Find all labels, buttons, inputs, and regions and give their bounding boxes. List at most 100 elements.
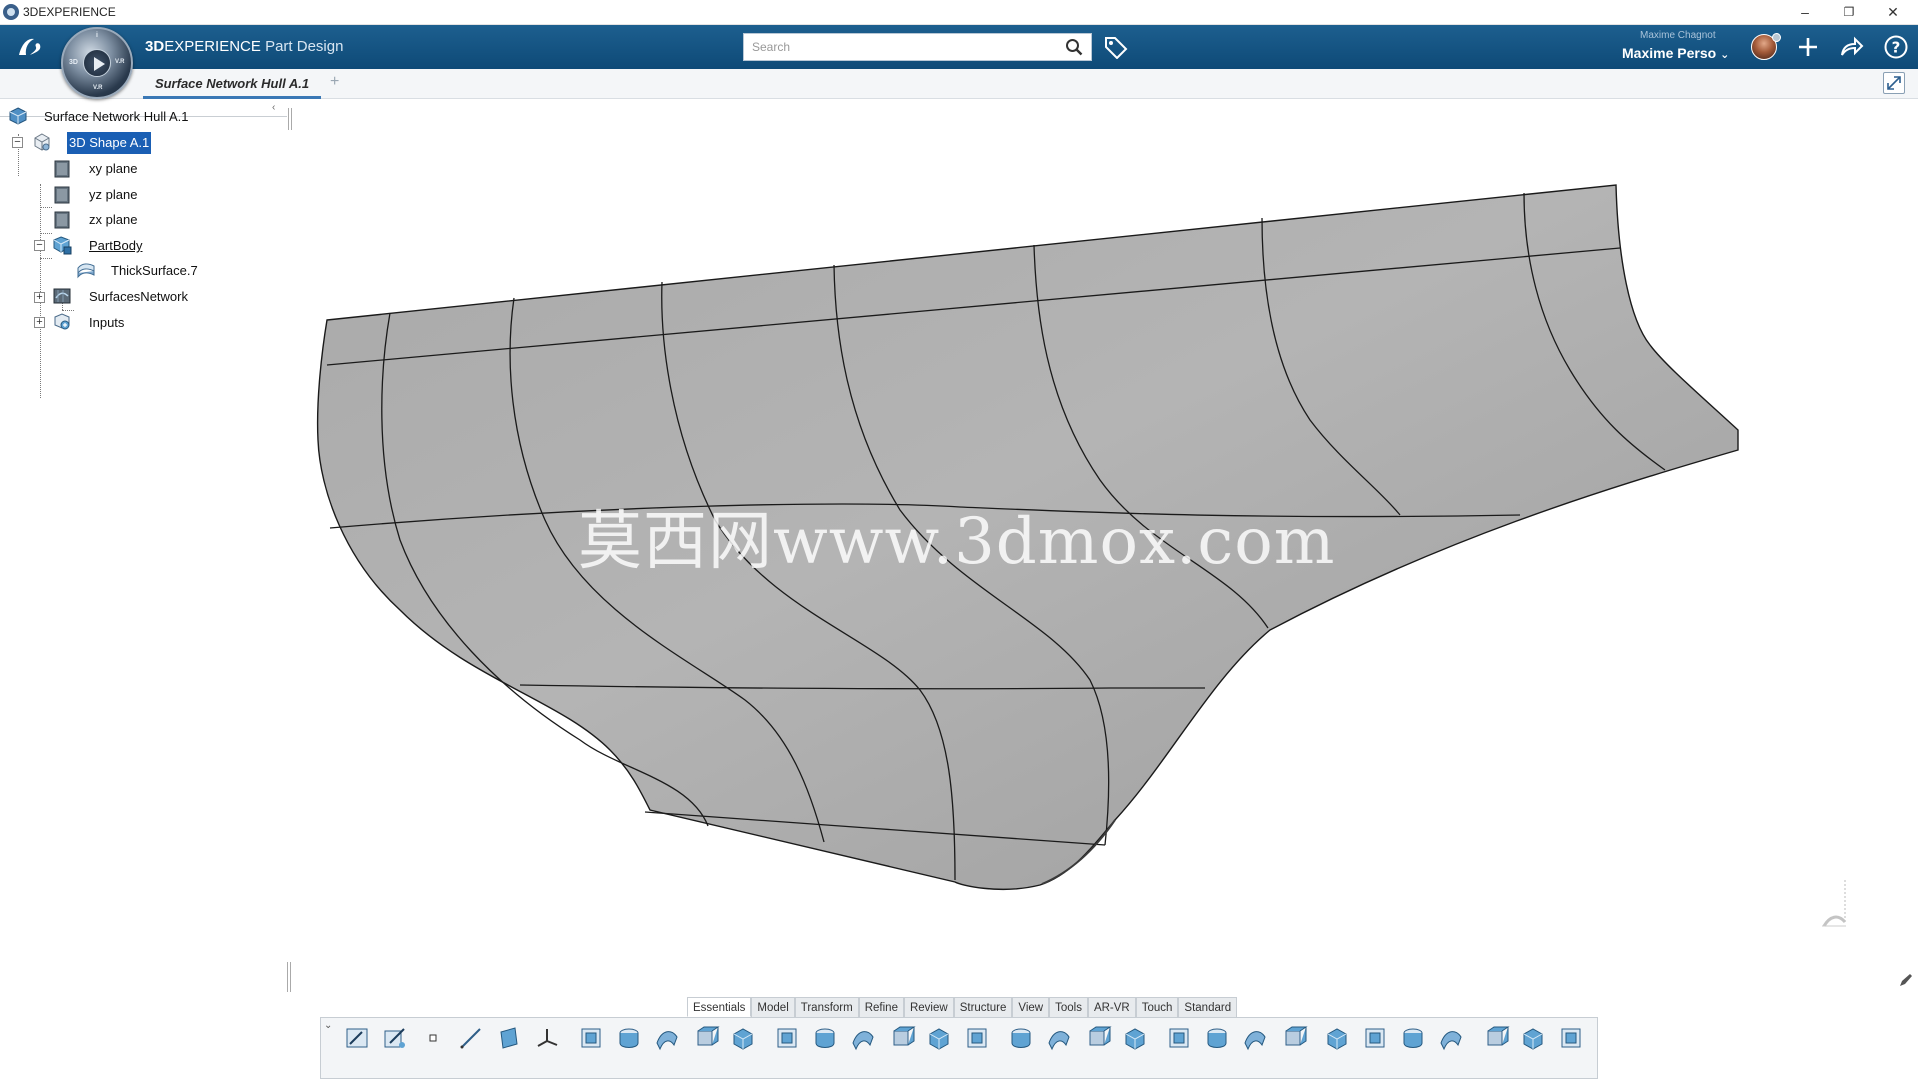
compass-label-left: 3D — [69, 59, 78, 66]
shell-icon-glyph — [777, 1028, 797, 1048]
tree-item-label: yz plane — [89, 187, 138, 202]
plane-icon — [54, 160, 70, 178]
rib-icon[interactable] — [728, 1023, 758, 1057]
solid-combine-icon[interactable] — [924, 1023, 954, 1057]
tree-expander-3d-shape[interactable]: − — [12, 137, 23, 148]
tab-structure[interactable]: Structure — [953, 997, 1013, 1017]
tree-expander-partbody[interactable]: − — [34, 240, 45, 251]
mirror-icon-glyph — [1125, 1028, 1145, 1050]
tab-review[interactable]: Review — [903, 997, 954, 1017]
hole-icon[interactable] — [690, 1023, 720, 1057]
box-icon[interactable] — [1164, 1023, 1194, 1057]
circular-pattern-icon[interactable] — [1044, 1023, 1074, 1057]
tab-transform[interactable]: Transform — [794, 997, 859, 1017]
user-pattern-icon[interactable] — [1082, 1023, 1112, 1057]
draft-icon[interactable] — [848, 1023, 878, 1057]
tab-refine[interactable]: Refine — [858, 997, 904, 1017]
tree-item-label: zx plane — [89, 212, 138, 227]
tab-standard[interactable]: Standard — [1178, 997, 1238, 1017]
tree-item-thicksurface[interactable]: ThickSurface.7 — [74, 260, 274, 282]
chamfer-icon-glyph — [1207, 1028, 1227, 1048]
thick-surface-icon — [77, 263, 95, 279]
compass-widget[interactable]: i 3D V.R V.R — [61, 27, 133, 99]
plane-icon — [54, 186, 70, 204]
tree-connector — [40, 207, 52, 208]
tree-item-partbody[interactable]: PartBody — [52, 235, 252, 257]
thickness-icon[interactable] — [810, 1023, 840, 1057]
tab-touch[interactable]: Touch — [1135, 997, 1179, 1017]
tree-item-yz-plane[interactable]: yz plane — [52, 184, 252, 206]
tab-essentials[interactable]: Essentials — [687, 997, 752, 1017]
edge-fillet-icon[interactable] — [1240, 1023, 1270, 1057]
body-icon — [53, 236, 72, 255]
shell-icon[interactable] — [772, 1023, 802, 1057]
shaft-icon[interactable] — [652, 1023, 682, 1057]
tree-item-root[interactable]: Surface Network Hull A.1 — [8, 106, 268, 128]
intersect-icon[interactable] — [1436, 1023, 1466, 1057]
tab-model[interactable]: Model — [751, 997, 795, 1017]
measure-icon[interactable] — [1556, 1023, 1586, 1057]
solid-icon[interactable] — [1480, 1023, 1510, 1057]
add-icon-glyph — [1365, 1028, 1385, 1048]
play-icon[interactable] — [83, 49, 111, 77]
draft-icon-glyph — [852, 1031, 874, 1051]
measure-icon-glyph — [1561, 1028, 1581, 1048]
edge-fillet-icon-glyph — [1244, 1031, 1266, 1051]
action-bar-tabs: Essentials Model Transform Refine Review… — [687, 997, 1238, 1017]
remove-icon[interactable] — [1398, 1023, 1428, 1057]
sketch-icon-glyph — [346, 1028, 368, 1048]
thickness-icon-glyph — [815, 1028, 835, 1048]
chamfer-icon[interactable] — [1202, 1023, 1232, 1057]
shape-icon — [34, 133, 50, 151]
add-icon[interactable] — [1360, 1023, 1390, 1057]
axis-system-icon[interactable] — [532, 1023, 562, 1057]
tab-tools[interactable]: Tools — [1049, 997, 1088, 1017]
tree-item-label: Inputs — [89, 315, 125, 330]
line-icon[interactable] — [456, 1023, 486, 1057]
tree-connector — [62, 310, 74, 311]
rectangular-pattern-icon[interactable] — [1006, 1023, 1036, 1057]
tree-item-zx-plane[interactable]: zx plane — [52, 209, 252, 231]
pen-icon[interactable] — [1898, 972, 1914, 988]
surface-icon[interactable] — [1518, 1023, 1548, 1057]
tree-item-label: PartBody — [89, 238, 143, 253]
pad-icon-glyph — [581, 1028, 601, 1048]
tree-item-label: xy plane — [89, 161, 138, 176]
pocket-icon[interactable] — [614, 1023, 644, 1057]
point-icon[interactable] — [418, 1023, 448, 1057]
compass-label-top: i — [96, 32, 98, 39]
tree-item-xy-plane[interactable]: xy plane — [52, 158, 252, 180]
positioned-sketch-icon[interactable] — [380, 1023, 410, 1057]
tree-expander-inputs[interactable]: + — [34, 317, 45, 328]
tab-view[interactable]: View — [1012, 997, 1050, 1017]
stiffener-icon[interactable] — [962, 1023, 992, 1057]
face-fillet-icon-glyph — [1285, 1026, 1308, 1046]
assemble-icon[interactable] — [1322, 1023, 1352, 1057]
sketch-icon[interactable] — [342, 1023, 372, 1057]
tree-item-inputs[interactable]: Inputs — [52, 312, 252, 334]
tree-item-surfacesnetwork[interactable]: SurfacesNetwork — [52, 286, 252, 308]
axis-system-icon-glyph — [537, 1029, 558, 1047]
plane-icon[interactable] — [494, 1023, 524, 1057]
tree-splitter-bottom[interactable] — [287, 962, 291, 992]
face-fillet-icon[interactable] — [1278, 1023, 1308, 1057]
circular-pattern-icon-glyph — [1048, 1031, 1070, 1051]
compass-label-right: V.R — [115, 59, 125, 65]
intersect-icon-glyph — [1440, 1031, 1462, 1051]
collapse-tree-button[interactable]: ‹ — [272, 102, 275, 113]
rib-icon-glyph — [733, 1028, 753, 1050]
tree-splitter[interactable] — [288, 108, 292, 130]
solid-icon-glyph — [1487, 1026, 1510, 1046]
tab-ar-vr[interactable]: AR-VR — [1087, 997, 1136, 1017]
stiffener-icon-glyph — [967, 1028, 987, 1048]
tree-item-label: SurfacesNetwork — [89, 289, 188, 304]
tree-item-3d-shape[interactable]: 3D Shape A.1 — [30, 131, 270, 155]
tree-expander-surfacesnetwork[interactable]: + — [34, 292, 45, 303]
mirror-icon[interactable] — [1120, 1023, 1150, 1057]
user-pattern-icon-glyph — [1089, 1026, 1112, 1046]
specification-tree: ‹ Surface Network Hull A.1 − 3D Shape A.… — [0, 100, 292, 1000]
action-bar-toggle-icon[interactable]: ⌄ — [324, 1020, 332, 1031]
multi-section-icon[interactable] — [886, 1023, 916, 1057]
pad-icon[interactable] — [576, 1023, 606, 1057]
axis-indicator-icon — [1822, 880, 1847, 927]
